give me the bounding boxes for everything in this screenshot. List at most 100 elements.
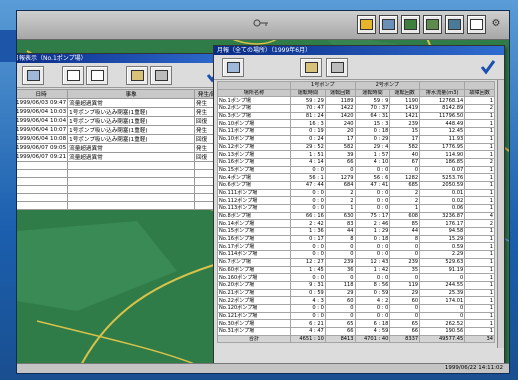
next-page-button[interactable] [86,66,108,85]
report-row[interactable]: No.111ポンプ場 0 : 020 : 0 2 0.01 1 [217,188,495,198]
location-name: No.30ポンプ場 [217,319,291,328]
event-row[interactable]: 1999/06/04 10:04 1号ポンプ吸い込み閉塞(1重軽) 回復 [16,116,226,126]
report-row[interactable]: No.112ポンプ場 0 : 020 : 0 2 0.02 1 [217,196,495,205]
column-location: 場所名称 [217,88,291,98]
report-row[interactable]: No.4ポンプ場 56 : 1 1279 56 : 6 1282 5253.76 1 [217,173,495,182]
report-row[interactable]: No.22ポンプ場 4 : 3 60 4 : 2 60 174.01 1 [217,296,495,305]
runcount-1: 39 [324,150,356,159]
report-row[interactable]: No.120ポンプ場 0 : 000 : 0001 [217,303,495,313]
failure-count: 1 [464,280,495,290]
event-row[interactable]: 1999/06/04 10:08 1号ポンプ吸い込み閉塞(1重軽) 回復 [17,134,226,144]
runtime-1: 0 : 24 [290,134,326,144]
location-name: No.114ポンプ場 [217,250,291,259]
runcount-2: 1419 [389,104,421,113]
runcount-2: 66 [389,327,421,336]
report-row[interactable]: No.31ポンプ場 4 : 47 66 4 : 59 66 190.56 1 [217,327,495,336]
column-failures: 故障回数 [464,88,495,98]
runtime-2: 0 : 0 [354,311,391,321]
report-row[interactable]: No.16ポンプ場 0 : 17 8 0 : 18 8 15.29 1 [217,234,495,244]
location-name: No.120ポンプ場 [217,303,291,313]
location-name: No.3ポンプ場 [217,111,291,121]
report-row[interactable]: No.114ポンプ場 0 : 000 : 0 0 2.29 1 [217,250,495,259]
runtime-1: 56 : 1 [290,173,326,182]
report-row[interactable]: No.17ポンプ場 0 : 000 : 0 0 0.59 1 [217,242,495,252]
print-button[interactable] [150,66,172,85]
failure-count: 1 [464,250,495,259]
report-row[interactable]: No.10ポンプ場 16 : 3 240 15 : 3 239 448.49 1 [217,119,495,129]
filter-button[interactable] [126,66,148,85]
runtime-2: 12 : 43 [354,257,391,267]
report-row[interactable]: No.1ポンプ場 59 : 29 1189 59 : 9 1190 12768.14 1 [217,96,495,106]
runtime-1: 6 : 21 [290,319,326,328]
runtime-2: 2 : 46 [354,219,391,229]
flow-volume: 529.63 [419,257,466,267]
graph-icon[interactable] [467,15,486,34]
event-row[interactable]: 1999/06/03 09:47 流量超過異常 発生 [17,98,226,108]
report-row[interactable]: No.11ポンプ場 0 : 19 20 0 : 18 15 12.45 1 [217,127,495,136]
event-row[interactable]: 1999/06/07 09:05 流量超過異常 発生 [17,143,226,153]
flow-volume: 190.56 [419,327,466,336]
report-print-button[interactable] [326,58,348,77]
report-icon[interactable] [423,15,442,34]
report-filter-button[interactable] [300,58,322,77]
event-row[interactable]: 1999/06/04 10:03 1号ポンプ吸い込み閉塞(1重軽) 発生 [16,107,226,117]
flow-volume: 2.29 [419,250,466,259]
runtime-2: 0 : 0 [354,242,391,252]
report-row[interactable]: No.8ポンプ場 66 : 16 630 75 : 17 608 3236.87 4 [217,211,495,221]
location-name: No.112ポンプ場 [217,196,291,205]
report-row[interactable]: No.16ポンプ場 4 : 14 66 4 : 10 67 186.85 2 [217,157,495,167]
report-row[interactable]: No.10ポンプ場 0 : 24 17 0 : 29 17 11.93 1 [217,134,495,144]
report-row[interactable]: No.121ポンプ場 0 : 000 : 0001 [217,311,495,321]
report-row[interactable]: No.3ポンプ場 81 : 24 1420 64 : 31 1421 11796.50 1 [217,111,495,121]
report-row[interactable]: No.15ポンプ場 1 : 36 44 1 : 29 44 94.58 1 [217,227,495,236]
report-row[interactable]: No.2ポンプ場 70 : 47 1422 70 : 37 1419 8142.89 2 [217,104,495,113]
failure-count: 1 [464,234,495,244]
report-row[interactable]: No.160ポンプ場 0 : 000 : 0001 [217,273,495,282]
event-description: 1号ポンプ吸い込み閉塞(1重軽) [67,134,195,144]
flow-volume: 0.59 [419,242,466,252]
report-row[interactable]: No.60ポンプ場 1 : 45 36 1 : 42 35 91.19 1 [217,265,495,275]
runtime-1: 1 : 51 [290,150,326,159]
runcount-1: 83 [324,219,356,229]
print-icon[interactable] [445,15,464,34]
event-datetime: 1999/06/04 10:03 [16,107,69,117]
report-panel-button[interactable] [222,58,244,77]
report-row[interactable]: No.14ポンプ場 2 : 42 83 2 : 46 85 176.17 2 [217,219,495,229]
report-row[interactable]: No.6ポンプ場 47 : 44 684 47 : 41 685 2050.59 1 [217,180,495,190]
runcount-2: 67 [389,157,421,167]
event-datetime: 1999/06/04 10:04 [16,116,69,126]
runcount-2: 0 [389,273,421,282]
event-row[interactable]: 1999/06/07 09:21 流量超過異常 回復 [17,152,226,162]
settings-icon[interactable]: ⚙ [489,15,503,32]
panel-icon[interactable] [357,15,376,34]
runtime-1: 0 : 0 [290,242,326,252]
device-icon[interactable] [379,15,398,34]
report-row[interactable]: No.21ポンプ場 0 : 59 29 0 : 59 29 25.39 1 [217,288,495,298]
report-check-icon[interactable] [480,59,496,75]
report-row[interactable]: No.13ポンプ場 1 : 51 39 1 : 57 40 114.90 1 [217,150,495,159]
screen: ⚙ 日報表示（No.1ポンプ場） 日時 事象 発生/回復 1999/06/03 [16,10,510,374]
report-row[interactable]: No.7ポンプ場 12 : 27 239 12 : 43 239 529.63 1 [217,257,495,267]
group-pump2: 2号ポンプ [354,81,421,90]
runtime-1: 0 : 0 [290,165,326,175]
runcount-1: 0 [324,311,356,321]
report-row[interactable]: No.20ポンプ場 9 : 31 118 8 : 56 119 244.55 1 [217,280,495,290]
flow-volume: 114.90 [419,150,466,159]
location-name: No.60ポンプ場 [217,265,291,275]
runtime-1: 66 : 16 [290,211,326,221]
monitor-icon[interactable] [401,15,420,34]
report-row[interactable]: No.15ポンプ場 0 : 000 : 0 0 0.07 1 [217,165,495,175]
report-scrollbar[interactable] [497,80,504,348]
runcount-2: 2 [389,188,421,198]
report-row[interactable]: No.12ポンプ場 29 : 52 582 29 : 4 582 1776.95 1 [217,142,495,152]
runcount-1: 1279 [324,173,356,182]
report-row[interactable]: No.30ポンプ場 6 : 21 65 6 : 18 65 262.52 1 [217,319,495,328]
flow-volume: 0.07 [419,165,466,175]
report-row[interactable]: No.113ポンプ場 0 : 010 : 0 1 0.06 1 [217,204,495,213]
failure-count: 1 [464,242,495,252]
event-header-row: 日時 事象 発生/回復 [17,89,226,99]
panel-view-button[interactable] [22,66,44,85]
prev-page-button[interactable] [62,66,84,85]
runcount-1: 630 [324,211,356,221]
event-row[interactable]: 1999/06/04 10:07 1号ポンプ吸い込み閉塞(1重軽) 発生 [17,125,226,135]
